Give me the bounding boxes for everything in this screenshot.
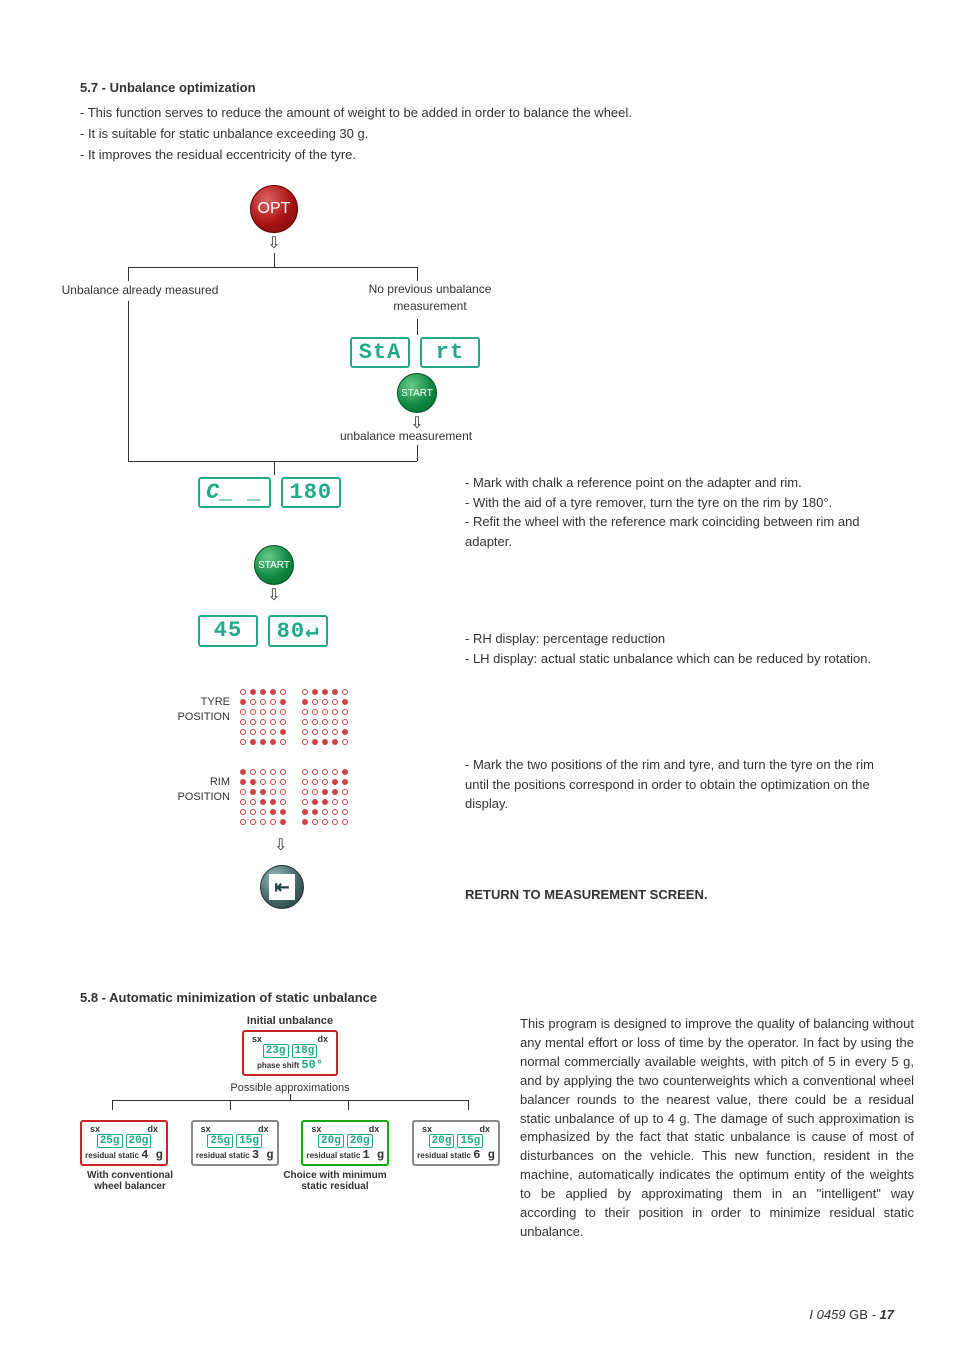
tyre-position-label: TYRE POSITION xyxy=(160,695,230,724)
bullet: - This function serves to reduce the amo… xyxy=(80,103,914,124)
possible-approx-label: Possible approximations xyxy=(80,1082,500,1094)
approx-panel-3: sxdx 20g 20g residual static 1 g xyxy=(301,1120,389,1166)
display-45: 45 xyxy=(198,615,258,647)
section-5-8-title: 5.8 - Automatic minimization of static u… xyxy=(80,990,914,1005)
init-dx-value: 18g xyxy=(292,1044,318,1058)
bullet: - It is suitable for static unbalance ex… xyxy=(80,124,914,145)
caption-conventional-2: wheel balancer xyxy=(80,1181,180,1192)
init-sx-value: 23g xyxy=(263,1044,289,1058)
opt-button: OPT xyxy=(250,185,298,233)
arrow-down-icon: ⇩ xyxy=(254,585,294,605)
caption-conventional-1: With conventional xyxy=(80,1170,180,1181)
display-sta: StA xyxy=(350,337,410,368)
section-5-7-title: 5.7 - Unbalance optimization xyxy=(80,80,914,95)
arrow-down-icon: ⇩ xyxy=(274,835,287,855)
start-button: START xyxy=(397,373,437,413)
caption-minimum-1: Choice with minimum xyxy=(260,1170,410,1181)
initial-unbalance-label: Initial unbalance xyxy=(80,1015,500,1027)
branch-left-label: Unbalance already measured xyxy=(40,283,240,297)
initial-panel: sxdx 23g 18g phase shift 50° xyxy=(242,1030,338,1076)
return-button: ⇤ xyxy=(260,865,304,909)
side-text-a: - Mark with chalk a reference point on t… xyxy=(465,473,885,551)
display-80: 80↵ xyxy=(268,615,328,647)
approx-panel-4: sxdx 20g 15g residual static 6 g xyxy=(412,1120,500,1166)
return-label: RETURN TO MEASUREMENT SCREEN. xyxy=(465,885,707,905)
section-5-7-bullets: - This function serves to reduce the amo… xyxy=(80,103,914,165)
branch-right-label: No previous unbalance measurement xyxy=(340,281,520,315)
approx-panel-1: sxdx 25g 20g residual static 4 g xyxy=(80,1120,168,1166)
unbalance-measurement-label: unbalance measurement xyxy=(340,429,472,443)
dot-matrix-rim xyxy=(240,769,350,827)
approx-panel-2: sxdx 25g 15g residual static 3 g xyxy=(191,1120,279,1166)
flowchart: OPT ⇩ Unbalance already measured No prev… xyxy=(80,185,914,975)
display-c: C_ _ xyxy=(198,477,271,508)
page-footer: I 0459 GB - 17 xyxy=(809,1307,894,1322)
side-text-c: - Mark the two positions of the rim and … xyxy=(465,755,885,814)
rim-position-label: RIM POSITION xyxy=(160,775,230,804)
bullet: - It improves the residual eccentricity … xyxy=(80,145,914,166)
section-5-8-paragraph: This program is designed to improve the … xyxy=(520,1015,914,1241)
arrow-down-icon: ⇩ xyxy=(250,233,298,253)
side-text-b: - RH display: percentage reduction - LH … xyxy=(465,629,885,668)
start-button: START xyxy=(254,545,294,585)
display-180: 180 xyxy=(281,477,341,508)
return-icon: ⇤ xyxy=(269,874,295,900)
diagram-5-8: Initial unbalance sxdx 23g 18g phase shi… xyxy=(80,1015,500,1241)
display-rt: rt xyxy=(420,337,480,368)
caption-minimum-2: static residual xyxy=(260,1181,410,1192)
dot-matrix-tyre xyxy=(240,689,350,747)
